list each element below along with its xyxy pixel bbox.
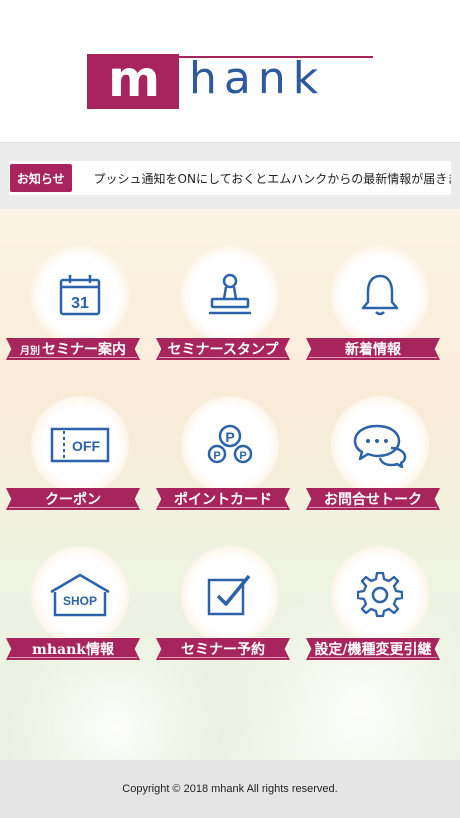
logo-rule	[179, 56, 373, 58]
coupon-off-text: OFF	[72, 438, 100, 454]
menu-settings[interactable]: 設定/機種変更引継	[306, 546, 450, 666]
menu-label: 月別 セミナー案内	[6, 338, 140, 360]
menu-label-text: セミナー案内	[42, 342, 126, 358]
notice-text: プッシュ通知をONにしておくとエムハンクからの最新情報が届きます	[93, 171, 451, 186]
menu-label: 設定/機種変更引継	[306, 638, 440, 660]
checkbox-icon	[181, 546, 279, 644]
menu-label: お問合せトーク	[306, 488, 440, 510]
menu-seminar-guide[interactable]: 31 月別 セミナー案内	[6, 246, 150, 366]
menu-news[interactable]: 新着情報	[306, 246, 450, 366]
copyright-text: Copyright © 2018 mhank All rights reserv…	[122, 783, 338, 795]
notice-banner[interactable]: お知らせ プッシュ通知をONにしておくとエムハンクからの最新情報が届きます	[9, 161, 451, 195]
menu-area: 31 月別 セミナー案内 セミナースタンプ 新着情報 OFF クーポン P P …	[0, 209, 460, 760]
logo-m-block: m	[87, 54, 179, 109]
menu-inquiry-talk[interactable]: お問合せトーク	[306, 396, 450, 516]
calendar-icon: 31	[31, 246, 129, 344]
menu-seminar-stamp[interactable]: セミナースタンプ	[156, 246, 300, 366]
points-p-text: P	[225, 429, 234, 445]
points-icon: P P P	[181, 396, 279, 494]
footer: Copyright © 2018 mhank All rights reserv…	[0, 760, 460, 818]
chat-icon	[331, 396, 429, 494]
coupon-icon: OFF	[31, 396, 129, 494]
points-p-text: P	[213, 450, 220, 462]
bell-icon	[331, 246, 429, 344]
gear-icon	[331, 546, 429, 644]
menu-mhank-info[interactable]: SHOP mhank情報	[6, 546, 150, 666]
notice-badge: お知らせ	[10, 164, 72, 192]
menu-coupon[interactable]: OFF クーポン	[6, 396, 150, 516]
logo-text-area: hank	[179, 54, 373, 109]
menu-label: ポイントカード	[156, 488, 290, 510]
menu-label: クーポン	[6, 488, 140, 510]
menu-label-prefix: 月別	[20, 345, 40, 357]
shop-icon: SHOP	[31, 546, 129, 644]
menu-label: セミナー予約	[156, 638, 290, 660]
menu-label: 新着情報	[306, 338, 440, 360]
stamp-icon	[181, 246, 279, 344]
app-header: m hank	[0, 0, 460, 143]
menu-point-card[interactable]: P P P ポイントカード	[156, 396, 300, 516]
menu-label: セミナースタンプ	[156, 338, 290, 360]
calendar-day-text: 31	[71, 295, 89, 312]
shop-text: SHOP	[63, 594, 97, 608]
points-p-text: P	[239, 450, 246, 462]
menu-seminar-reservation[interactable]: セミナー予約	[156, 546, 300, 666]
menu-label: mhank情報	[6, 638, 140, 660]
logo-hank-text: hank	[189, 53, 326, 104]
notice-bar: お知らせ プッシュ通知をONにしておくとエムハンクからの最新情報が届きます	[0, 143, 460, 209]
mhank-logo: m hank	[87, 54, 373, 109]
